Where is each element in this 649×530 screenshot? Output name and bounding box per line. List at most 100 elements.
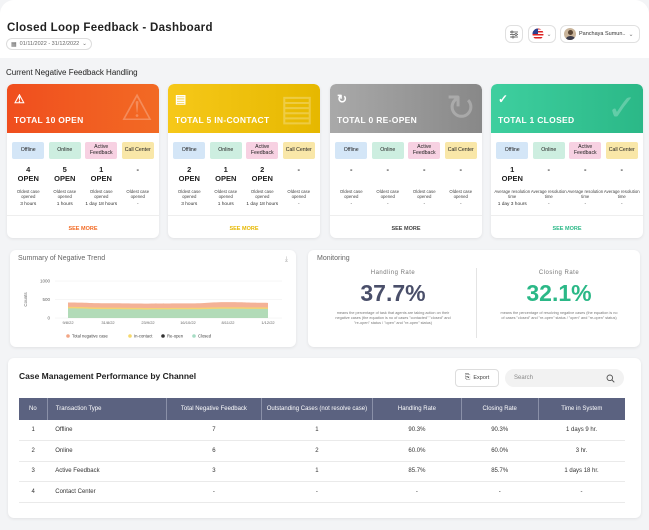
see-more-link[interactable]: SEE MORE: [7, 226, 159, 232]
x-tick-label: 8/11/22: [221, 320, 235, 325]
us-flag-icon: [532, 28, 544, 40]
handling-rate-value: 37.7%: [360, 280, 426, 306]
channel-chip[interactable]: Offline: [173, 142, 206, 159]
column-header[interactable]: Closing Rate: [461, 398, 539, 420]
channel-metric-label: Oldest case opened: [177, 189, 201, 199]
channel-metric-value: -: [459, 202, 462, 207]
trend-chart: 1000 500 0 Counts 9/8/22 31/8/22 23/9/22 16/10/…: [23, 279, 282, 339]
legend-label: In-contact: [134, 334, 153, 339]
filter-settings-button[interactable]: [505, 25, 523, 43]
channel-value: -: [584, 165, 587, 174]
user-name: Panchaya Sumun..: [579, 31, 626, 37]
search-input[interactable]: Search: [505, 369, 624, 387]
channel-chip[interactable]: Online: [371, 142, 404, 159]
channel-value: 1 OPEN: [215, 165, 237, 183]
table-cell: 90.3%: [372, 420, 462, 441]
channel-chip[interactable]: Call Center: [282, 142, 315, 159]
table-row[interactable]: 4 Contact Center - - - - -: [19, 481, 625, 503]
channel-chip[interactable]: Online: [48, 142, 81, 159]
channel-chip[interactable]: Online: [209, 142, 242, 159]
table-row[interactable]: 3 Active Feedback 3 1 85.7% 85.7% 1 days 18 hr…: [19, 461, 625, 482]
column-header[interactable]: No: [19, 398, 48, 420]
channel-metric-value: -: [297, 202, 300, 207]
channel-metric-value: 1 hours: [217, 202, 234, 207]
channel-metric-label: Oldest case opened: [53, 189, 77, 199]
see-more-link[interactable]: SEE MORE: [330, 226, 482, 232]
card-columns: Offline 1 OPEN Average resolution time 1…: [491, 133, 643, 207]
check-icon: ✓: [606, 87, 637, 128]
channel-chip[interactable]: Call Center: [121, 142, 154, 159]
channel-metric-label: Oldest case opened: [126, 189, 150, 199]
channel-chip[interactable]: Active Feedback: [85, 142, 118, 159]
divider: [7, 215, 159, 216]
table-row[interactable]: 1 Offline 7 1 90.3% 90.3% 1 days 9 hr.: [19, 420, 625, 441]
channel-metric-value: -: [350, 202, 353, 207]
table-cell: 6: [166, 440, 262, 462]
channel-chip[interactable]: Active Feedback: [569, 142, 602, 159]
channel-metric-label: Oldest case opened: [287, 189, 311, 199]
language-selector[interactable]: ⌄: [528, 25, 556, 43]
legend-marker: [66, 334, 70, 338]
legend-label: Closed: [198, 334, 212, 339]
see-more-link[interactable]: SEE MORE: [491, 226, 643, 232]
legend-marker: [192, 334, 196, 338]
chat-icon: ▤: [175, 92, 187, 106]
x-tick-label: 31/8/22: [101, 320, 115, 325]
table-cell: 3: [166, 461, 262, 482]
channel-value: 5 OPEN: [54, 165, 76, 183]
card-header: ✓ ✓ TOTAL 1 CLOSED: [491, 84, 643, 133]
channel-metric-value: -: [386, 202, 389, 207]
table-cell: 2: [19, 440, 48, 462]
date-range-picker[interactable]: ▦ 01/11/2022 - 31/12/2022 ⌄: [6, 38, 92, 50]
table-cell: 4: [19, 481, 48, 503]
channel-value: -: [350, 165, 353, 174]
channel-chip[interactable]: Active Feedback: [246, 142, 279, 159]
column-header[interactable]: Handling Rate: [372, 398, 462, 420]
y-tick-label: 500: [42, 297, 50, 302]
channel-metric-value: 3 hours: [181, 202, 198, 207]
channel-chip[interactable]: Call Center: [444, 142, 477, 159]
status-card: ▤ ▤ TOTAL 5 IN-CONTACT Offline 2 OPEN Ol…: [168, 84, 320, 238]
channel-metric-value: -: [547, 202, 550, 207]
user-menu[interactable]: Panchaya Sumun.. ⌄: [560, 25, 640, 43]
card-columns: Offline 4 OPEN Oldest case opened 3 hour…: [7, 133, 159, 207]
y-axis-label: Counts: [23, 292, 28, 307]
legend-label: Re-open: [167, 334, 184, 339]
channel-chip[interactable]: Active Feedback: [408, 142, 441, 159]
channel-metric-label: Oldest case opened: [214, 189, 238, 199]
table-cell: 90.3%: [461, 420, 539, 441]
channel-chip[interactable]: Offline: [12, 142, 45, 159]
channel-metric-value: -: [620, 202, 623, 207]
legend-marker: [128, 334, 132, 338]
table-row[interactable]: 2 Online 6 2 60.0% 60.0% 3 hr.: [19, 440, 625, 462]
card-total: TOTAL 0 RE-OPEN: [337, 115, 418, 125]
warning-icon: ⚠: [14, 92, 25, 106]
table-cell: Active Feedback: [47, 461, 167, 482]
channel-metric-value: 1 hours: [56, 202, 73, 207]
table-cell: 1 days 9 hr.: [538, 420, 625, 441]
see-more-link[interactable]: SEE MORE: [168, 226, 320, 232]
chevron-down-icon: ⌄: [628, 31, 634, 38]
table-cell: 2: [261, 440, 373, 462]
card-channel-column: Active Feedback 2 OPEN Oldest case opene…: [244, 142, 281, 207]
column-header[interactable]: Transaction Type: [47, 398, 167, 420]
column-header[interactable]: Total Negative Feedback: [166, 398, 262, 420]
column-header[interactable]: Outstanding Cases (not resolve case): [261, 398, 373, 420]
channel-chip[interactable]: Offline: [335, 142, 368, 159]
channel-metric-label: Average resolution time: [567, 189, 604, 199]
table-cell: 85.7%: [372, 461, 462, 482]
channel-chip[interactable]: Offline: [496, 142, 529, 159]
closing-rate-description: means the percentage of resolving negati…: [500, 311, 618, 320]
page-title: Closed Loop Feedback - Dashboard: [7, 22, 213, 34]
channel-chip[interactable]: Call Center: [605, 142, 638, 159]
table-cell: 3 hr.: [538, 440, 625, 462]
x-tick-label: 1/12/22: [261, 320, 275, 325]
card-channel-column: Call Center - Oldest case opened -: [120, 142, 157, 207]
channel-value: -: [136, 165, 140, 174]
table-cell: -: [166, 481, 262, 503]
date-range-value: 01/11/2022 - 31/12/2022: [19, 41, 80, 47]
export-button[interactable]: ⎘ Export: [455, 369, 499, 387]
channel-chip[interactable]: Online: [532, 142, 565, 159]
divider: [330, 215, 482, 216]
column-header[interactable]: Time in System: [538, 398, 625, 420]
